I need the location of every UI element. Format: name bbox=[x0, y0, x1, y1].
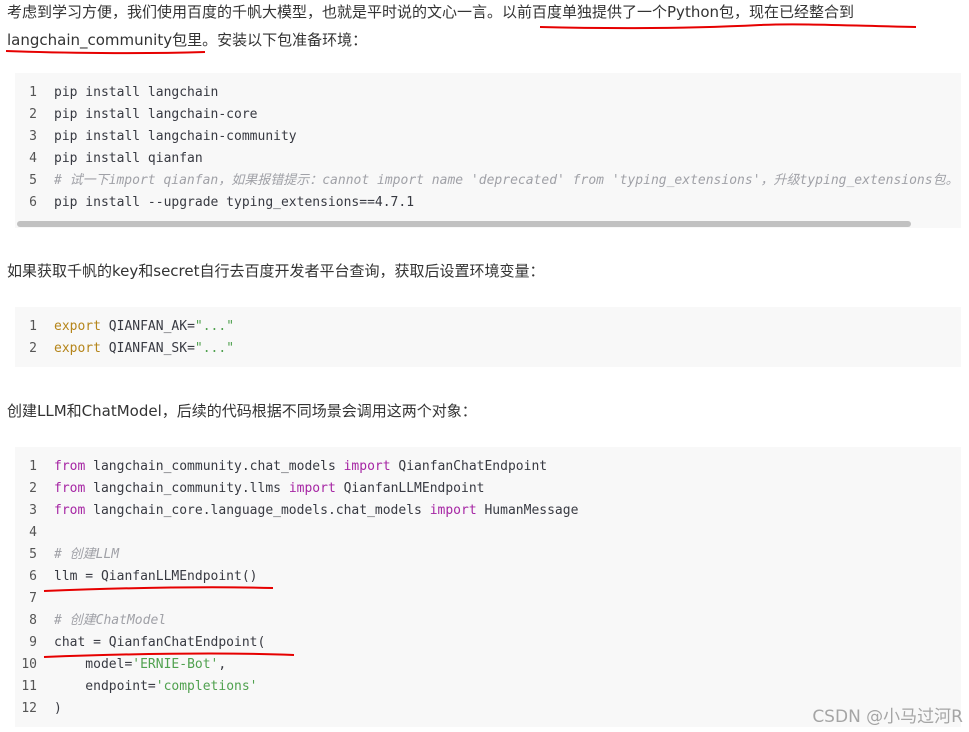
code-line: 3 pip install langchain-community bbox=[29, 129, 297, 144]
create-paragraph: 创建LLM和ChatModel，后续的代码根据不同场景会调用这两个对象： bbox=[7, 402, 477, 420]
scrollbar-thumb[interactable] bbox=[17, 221, 911, 227]
code-comment-line: 5 # 试一下import qianfan，如果报错提示：cannot impor… bbox=[29, 173, 959, 188]
horizontal-scrollbar[interactable] bbox=[15, 220, 961, 228]
code-line: 2 pip install langchain-core bbox=[29, 107, 258, 122]
code-line: 1 export QIANFAN_AK="..." bbox=[29, 319, 235, 334]
code-line: 4 pip install qianfan bbox=[29, 151, 203, 166]
code-line: 10 model='ERNIE-Bot', bbox=[21, 657, 227, 672]
code-line: 4 bbox=[29, 525, 37, 540]
code-block-export: 1 export QIANFAN_AK="..." 2 export QIANFAN… bbox=[15, 307, 961, 367]
code-line: 7 bbox=[29, 591, 37, 606]
code-line: 11 endpoint='completions' bbox=[21, 679, 258, 694]
code-comment-line: 8 # 创建ChatModel bbox=[29, 613, 167, 628]
code-block-create: 1 from langchain_community.chat_models im… bbox=[15, 447, 961, 727]
code-line: 9 chat = QianfanChatEndpoint( bbox=[29, 635, 266, 650]
intro-text-1: 考虑到学习方便，我们使用百度的千帆大模型，也就是平时说的文心一言。 bbox=[7, 3, 503, 21]
code-comment-line: 5 # 创建LLM bbox=[29, 547, 120, 562]
code-line: 6 pip install --upgrade typing_extensions… bbox=[29, 195, 415, 210]
code-line: 2 from langchain_community.llms import Qi… bbox=[29, 481, 485, 496]
code-block-install: 1 pip install langchain 2 pip install lang… bbox=[15, 73, 961, 228]
code-line: 6 llm = QianfanLLMEndpoint() bbox=[29, 569, 258, 584]
env-paragraph: 如果获取千帆的key和secret自行去百度开发者平台查询，获取后设置环境变量： bbox=[7, 262, 545, 280]
csdn-watermark: CSDN @小马过河R bbox=[812, 707, 963, 727]
code-line: 1 pip install langchain bbox=[29, 85, 219, 100]
intro-paragraph: 考虑到学习方便，我们使用百度的千帆大模型，也就是平时说的文心一言。以前百度单独提… bbox=[7, 0, 962, 54]
code-line: 1 from langchain_community.chat_models im… bbox=[29, 459, 548, 474]
code-line: 3 from langchain_core.language_models.cha… bbox=[29, 503, 579, 518]
intro-text-3: 。安装以下包准备环境： bbox=[202, 31, 368, 49]
code-line: 2 export QIANFAN_SK="..." bbox=[29, 341, 235, 356]
